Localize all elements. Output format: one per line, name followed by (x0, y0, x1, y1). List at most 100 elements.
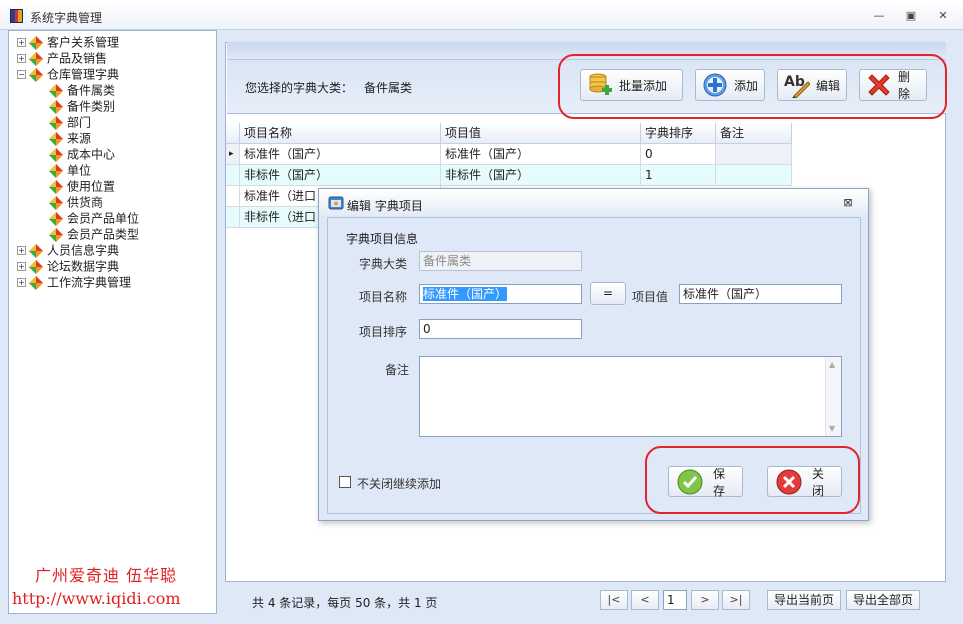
dictionary-node-icon (49, 163, 63, 178)
dictionary-node-icon (29, 243, 43, 258)
tree-item-label: 供货商 (67, 195, 104, 210)
dialog-buttons-highlight (645, 446, 860, 514)
tree-item[interactable]: 会员产品类型 (49, 226, 139, 242)
tree-item-label: 客户关系管理 (47, 35, 120, 50)
maximize-button[interactable]: ▣ (901, 8, 921, 24)
expand-icon[interactable]: + (17, 246, 26, 255)
tree-item[interactable]: − 仓库管理字典 (17, 66, 119, 82)
column-header-remark[interactable]: 备注 (716, 123, 792, 144)
tree-item-label: 仓库管理字典 (47, 67, 120, 82)
dictionary-node-icon (29, 275, 43, 290)
resize-grip[interactable]: ⋰ (850, 505, 859, 515)
tree-item[interactable]: 部门 (49, 114, 91, 130)
remark-scrollbar[interactable]: ▲ ▼ (825, 357, 841, 436)
export-all-button[interactable]: 导出全部页 (846, 590, 920, 610)
tree-item[interactable]: + 论坛数据字典 (17, 258, 119, 274)
table-cell[interactable] (716, 165, 792, 186)
dictionary-node-icon (49, 147, 63, 162)
value-field[interactable]: 标准件（国产） (679, 284, 842, 304)
dictionary-node-icon (49, 179, 63, 194)
first-page-button[interactable]: |< (600, 590, 628, 610)
table-cell[interactable]: 非标件（国产） (441, 165, 641, 186)
tree-item[interactable]: + 产品及销售 (17, 50, 107, 66)
name-field-label: 项目名称 (359, 290, 408, 304)
pager-summary: 共 4 条记录，每页 50 条，共 1 页 (252, 596, 438, 610)
table-cell[interactable]: 标准件（国产） (240, 144, 441, 165)
column-header-name[interactable]: 项目名称 (240, 123, 441, 144)
tree-item[interactable]: + 工作流字典管理 (17, 274, 131, 290)
export-current-button[interactable]: 导出当前页 (767, 590, 841, 610)
value-field-label: 项目值 (632, 290, 669, 304)
name-field[interactable]: 标准件（国产） (419, 284, 582, 304)
group-title: 字典项目信息 (346, 232, 419, 246)
tree-item[interactable]: 备件属类 (49, 82, 115, 98)
tree-item-label: 论坛数据字典 (47, 259, 120, 274)
tree-item-label: 备件属类 (67, 83, 116, 98)
tree-item-label: 会员产品单位 (67, 211, 140, 226)
tree-item-label: 成本中心 (67, 147, 116, 162)
column-header-sort[interactable]: 字典排序 (641, 123, 716, 144)
dictionary-node-icon (49, 83, 63, 98)
dictionary-node-icon (29, 67, 43, 82)
minimize-button[interactable]: — (869, 8, 889, 24)
row-indicator: ▸ (226, 144, 240, 165)
dictionary-node-icon (29, 259, 43, 274)
tree-item-label: 产品及销售 (47, 51, 108, 66)
tree-item[interactable]: + 客户关系管理 (17, 34, 119, 50)
continue-add-checkbox[interactable] (339, 476, 351, 488)
dictionary-node-icon (49, 227, 63, 242)
tree-item-label: 备件类别 (67, 99, 116, 114)
next-page-button[interactable]: > (691, 590, 719, 610)
category-label: 您选择的字典大类： (245, 81, 354, 95)
title-bar (0, 0, 963, 30)
copy-value-button[interactable]: = (590, 282, 626, 305)
prev-page-button[interactable]: < (631, 590, 659, 610)
row-header[interactable] (226, 207, 240, 228)
tree-item[interactable]: 成本中心 (49, 146, 115, 162)
tree-item-label: 使用位置 (67, 179, 116, 194)
remark-field-label: 备注 (385, 363, 410, 377)
dictionary-node-icon (49, 99, 63, 114)
table-cell[interactable]: 1 (641, 165, 716, 186)
continue-add-label: 不关闭继续添加 (357, 477, 442, 491)
dictionary-node-icon (49, 131, 63, 146)
dictionary-tree[interactable]: + 客户关系管理 + 产品及销售 − 仓库管理字典 备件属类 备件类别 部门 来源 成本中心 单位 使用… (8, 30, 217, 614)
tree-item[interactable]: + 人员信息字典 (17, 242, 119, 258)
tree-item-label: 部门 (67, 115, 92, 130)
row-header[interactable] (226, 186, 240, 207)
tree-item[interactable]: 会员产品单位 (49, 210, 139, 226)
dictionary-node-icon (49, 195, 63, 210)
sort-field[interactable]: 0 (419, 319, 582, 339)
remark-field[interactable] (419, 356, 842, 437)
row-header[interactable] (226, 165, 240, 186)
tree-item[interactable]: 单位 (49, 162, 91, 178)
category-value: 备件属类 (364, 81, 413, 95)
close-window-button[interactable]: ✕ (933, 8, 953, 24)
expand-icon[interactable]: + (17, 54, 26, 63)
table-cell[interactable]: 标准件（国产） (441, 144, 641, 165)
tree-item-label: 工作流字典管理 (47, 275, 132, 290)
tree-item[interactable]: 备件类别 (49, 98, 115, 114)
tree-item[interactable]: 来源 (49, 130, 91, 146)
table-cell[interactable]: 0 (641, 144, 716, 165)
tree-item[interactable]: 使用位置 (49, 178, 115, 194)
watermark-url: http://www.iqidi.com (12, 589, 181, 608)
toolbar-highlight (558, 54, 947, 119)
table-cell[interactable] (716, 144, 792, 165)
sort-field-label: 项目排序 (359, 325, 408, 339)
expand-icon[interactable]: + (17, 278, 26, 287)
expand-icon[interactable]: + (17, 38, 26, 47)
expand-icon[interactable]: + (17, 262, 26, 271)
tree-item[interactable]: 供货商 (49, 194, 103, 210)
dialog-close-icon[interactable]: ⊠ (841, 196, 855, 210)
dialog-title: 编辑 字典项目 (347, 199, 423, 213)
column-header-value[interactable]: 项目值 (441, 123, 641, 144)
table-cell[interactable]: 非标件（国产） (240, 165, 441, 186)
category-field-label: 字典大类 (359, 257, 408, 271)
last-page-button[interactable]: >| (722, 590, 750, 610)
tree-item-label: 会员产品类型 (67, 227, 140, 242)
dictionary-node-icon (49, 211, 63, 226)
dictionary-node-icon (29, 51, 43, 66)
collapse-icon[interactable]: − (17, 70, 26, 79)
page-number-input[interactable]: 1 (663, 590, 687, 610)
